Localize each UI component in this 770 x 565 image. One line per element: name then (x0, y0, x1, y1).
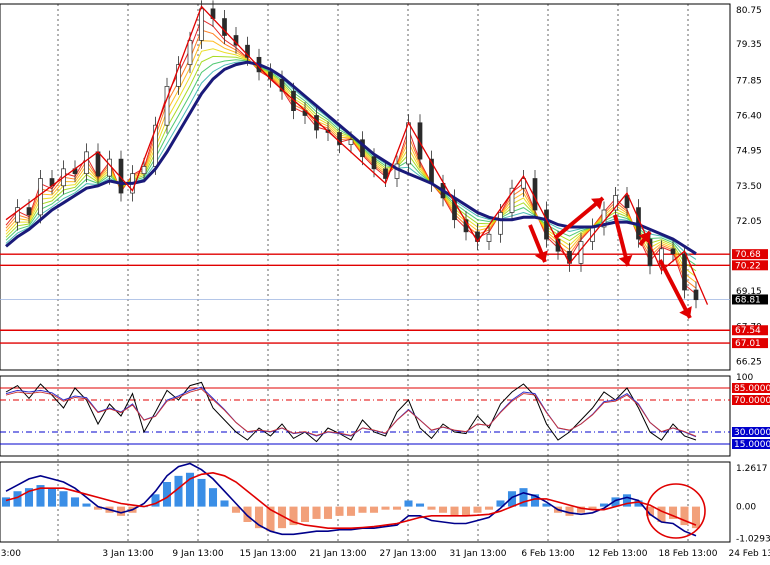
candle-body (371, 156, 377, 170)
macd-hist-bar (392, 506, 402, 510)
candle-body (578, 241, 584, 264)
macd-hist-bar (461, 506, 471, 516)
macd-hist-bar (82, 503, 91, 507)
macd-hist-bar (243, 506, 252, 522)
price-tick-label: 72.05 (736, 217, 762, 227)
macd-hist-bar (404, 500, 413, 507)
x-tick-label: 3 Jan 13:00 (102, 549, 154, 559)
candle-body (486, 233, 492, 242)
macd-tick-label: -1.0293 (736, 534, 770, 544)
macd-hist-bar (312, 506, 321, 519)
stoch-level-tag-label: 15.0000 (734, 440, 770, 450)
price-level-tag-label: 70.22 (735, 261, 761, 271)
stoch-level-tag-label: 70.0000 (734, 396, 770, 406)
macd-tick-label: 1.2617 (736, 464, 768, 474)
x-tick-label: 31 Jan 13:00 (450, 549, 507, 559)
current-price-tag-label: 68.81 (735, 295, 761, 305)
candle-body (199, 8, 204, 41)
x-tick-label: 15 Jan 13:00 (240, 549, 297, 559)
macd-hist-bar (70, 497, 80, 507)
candle-body (682, 253, 687, 291)
price-tick-label: 73.50 (736, 182, 762, 192)
macd-hist-bar (473, 506, 482, 513)
candle-body (107, 158, 112, 177)
macd-hist-bar (358, 506, 367, 513)
x-tick-label: 6 Feb 13:00 (521, 549, 575, 559)
candle-body (406, 122, 411, 165)
price-tick-label: 74.95 (736, 147, 762, 157)
macd-hist-bar (335, 506, 344, 516)
price-level-tag-label: 70.68 (735, 250, 761, 260)
candle-body (383, 168, 388, 179)
macd-hist-bar (220, 500, 229, 507)
macd-hist-bar (1, 497, 11, 507)
x-tick-label: 13:00 (0, 549, 21, 559)
candle-body (187, 40, 193, 65)
macd-hist-bar (450, 506, 459, 516)
candle-body (348, 139, 354, 145)
macd-tick-label: 0.00 (736, 503, 756, 513)
macd-hist-bar (438, 506, 448, 513)
candle-body (95, 151, 101, 177)
macd-hist-bar (323, 506, 333, 519)
candle-body (693, 289, 699, 301)
x-tick-label: 24 Feb 13:00 (728, 549, 770, 559)
x-tick-label: 21 Jan 13:00 (310, 549, 367, 559)
stoch-level-tag-label: 85.0000 (734, 384, 770, 394)
panel-frame-1 (0, 3, 731, 371)
stoch-k-line (5, 381, 697, 443)
macd-hist-bar (427, 506, 436, 510)
macd-signal-line (5, 471, 697, 529)
macd-hist-bar (415, 503, 425, 507)
candle-body (26, 207, 32, 216)
x-tick-label: 18 Feb 13:00 (658, 549, 717, 559)
candle-body (544, 209, 549, 240)
price-level-tag-label: 67.54 (735, 326, 761, 336)
macd-hist-bar (59, 491, 68, 507)
price-tick-label: 80.75 (736, 6, 762, 16)
candle-body (38, 178, 43, 216)
candle-body (164, 86, 170, 126)
stoch-d-line (5, 386, 697, 438)
stoch-level-tag-label: 30.0000 (734, 428, 770, 438)
chart-window: 13:00 3 Jan 13:00 9 Jan 13:00 15 Jan 13:00 2… (0, 0, 770, 565)
candle-body (670, 248, 676, 255)
x-tick-label: 27 Jan 13:00 (380, 549, 437, 559)
macd-hist-bar (484, 506, 494, 510)
price-tick-label: 77.85 (736, 76, 762, 86)
candle-body (141, 166, 147, 175)
macd-hist-bar (507, 491, 517, 507)
swing-zigzag (5, 5, 709, 305)
x-tick-label: 12 Feb 13:00 (588, 549, 647, 559)
x-tick-label: 9 Jan 13:00 (172, 549, 224, 559)
candle-body (498, 212, 503, 235)
price-level-tag-label: 67.01 (735, 339, 761, 349)
macd-hist-bar (346, 506, 356, 516)
panel-frame-3 (0, 461, 731, 543)
price-tick-label: 66.25 (736, 358, 762, 368)
macd-hist-bar (381, 506, 390, 510)
stoch-tick-label: 100 (736, 373, 753, 383)
candle-body (84, 151, 89, 175)
macd-hist-bar (300, 506, 310, 522)
macd-hist-bar (47, 488, 57, 507)
macd-hist-bar (208, 488, 218, 507)
macd-hist-bar (197, 478, 206, 507)
chart-canvas: 13:00 3 Jan 13:00 9 Jan 13:00 15 Jan 13:00 2… (0, 0, 770, 559)
price-tick-label: 79.35 (736, 40, 762, 50)
price-tick-label: 76.40 (736, 111, 762, 121)
macd-line (5, 462, 697, 537)
stoch-slow-line (5, 388, 697, 437)
macd-hist-bar (369, 506, 379, 513)
